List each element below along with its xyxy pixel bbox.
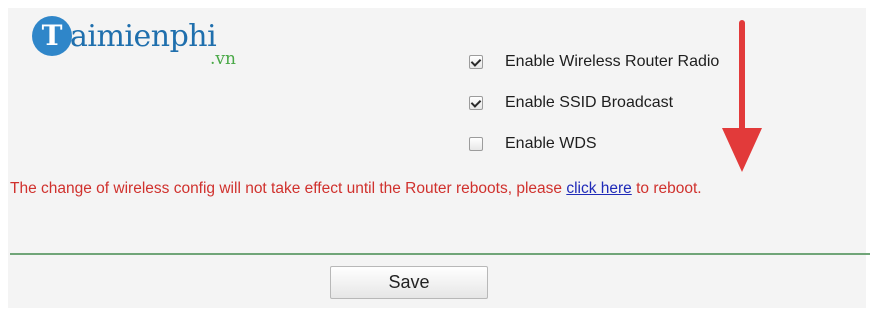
wireless-radio-option[interactable]: Enable Wireless Router Radio xyxy=(469,52,719,72)
divider xyxy=(10,253,870,255)
wds-checkbox[interactable] xyxy=(469,137,483,151)
logo-domain: .vn xyxy=(210,49,236,69)
reboot-notice: The change of wireless config will not t… xyxy=(10,180,866,198)
wds-option[interactable]: Enable WDS xyxy=(469,134,597,154)
save-button[interactable]: Save xyxy=(330,266,488,299)
ssid-broadcast-checkbox[interactable] xyxy=(469,96,483,110)
wireless-radio-checkbox[interactable] xyxy=(469,55,483,69)
logo-text: aimienphi xyxy=(70,19,217,54)
logo: T aimienphi .vn xyxy=(32,14,252,70)
logo-mark: T xyxy=(32,16,72,56)
ssid-broadcast-label[interactable]: Enable SSID Broadcast xyxy=(505,94,673,112)
wds-label[interactable]: Enable WDS xyxy=(505,135,597,153)
reboot-link[interactable]: click here xyxy=(566,180,631,197)
wireless-radio-label[interactable]: Enable Wireless Router Radio xyxy=(505,53,719,71)
ssid-broadcast-option[interactable]: Enable SSID Broadcast xyxy=(469,93,673,113)
reboot-notice-suffix: to reboot. xyxy=(631,180,702,197)
reboot-notice-text: The change of wireless config will not t… xyxy=(10,180,567,197)
